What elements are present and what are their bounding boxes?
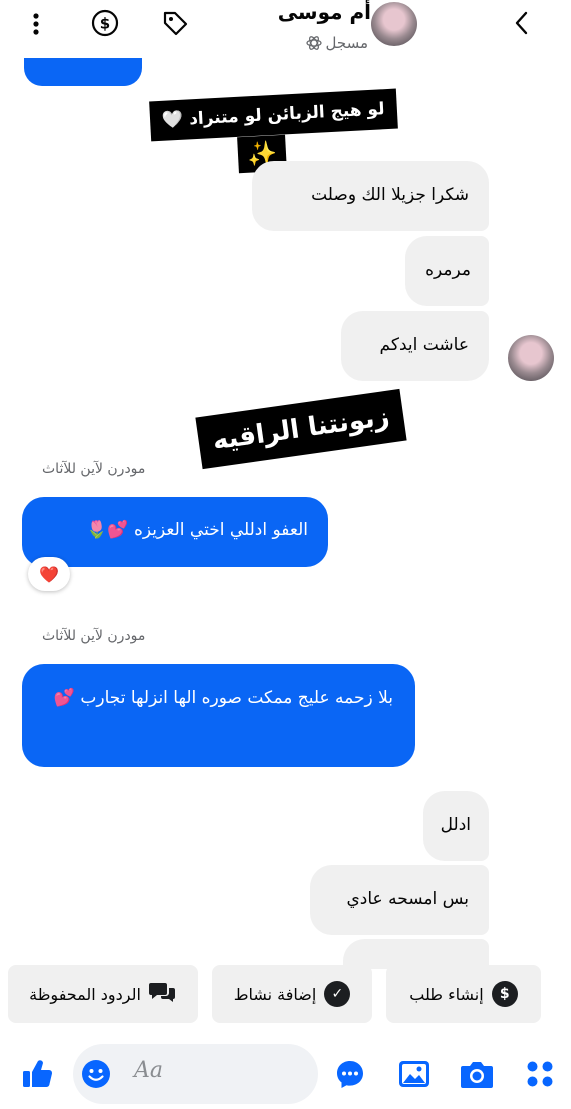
camera-icon[interactable] <box>458 1056 496 1092</box>
apps-grid-icon[interactable] <box>522 1056 558 1092</box>
chip-label: إنشاء طلب <box>409 984 484 1004</box>
message-placeholder: Aa <box>134 1058 164 1083</box>
contact-status-text: مسجل <box>325 34 368 52</box>
thumbs-up-icon[interactable] <box>18 1055 56 1093</box>
previous-message-bubble <box>24 58 142 86</box>
outgoing-message[interactable]: بلا زحمه عليج ممكت صوره الها انزلها تجار… <box>22 664 415 767</box>
chip-label: إضافة نشاط <box>233 984 317 1004</box>
incoming-message[interactable]: شكرا جزيلا الك وصلت <box>252 161 489 231</box>
sticker-text-top: لو هيج الزبائن لو متنراد 🤍 <box>149 88 398 142</box>
saved-replies-chip[interactable]: الردود المحفوظة <box>8 965 198 1023</box>
tag-icon[interactable] <box>160 8 190 38</box>
sender-avatar[interactable] <box>508 335 554 381</box>
dollar-icon: $ <box>491 981 518 1007</box>
photo-icon[interactable] <box>396 1056 432 1092</box>
saved-replies-icon <box>148 980 177 1008</box>
sender-label: مودرن لآين للآثاث <box>42 461 146 477</box>
atom-icon <box>305 36 322 50</box>
chat-header: $ أم موسى مسجل <box>0 0 571 60</box>
chat-bubble-icon[interactable] <box>332 1056 368 1092</box>
check-icon: ✓ <box>324 981 351 1007</box>
emoji-icon[interactable] <box>80 1058 112 1090</box>
add-activity-chip[interactable]: ✓ إضافة نشاط <box>212 965 372 1023</box>
incoming-message[interactable]: مرمره <box>405 236 489 306</box>
dollar-circle-icon[interactable]: $ <box>91 9 119 37</box>
incoming-message[interactable]: عاشت ايدكم <box>341 311 489 381</box>
svg-text:$: $ <box>100 15 110 33</box>
contact-avatar[interactable] <box>371 2 417 46</box>
outgoing-message[interactable]: العفو ادللي اختي العزيزه 💕🌷 <box>22 497 328 567</box>
back-chevron-icon[interactable] <box>508 9 536 37</box>
incoming-message[interactable]: بس امسحه عادي <box>310 865 489 935</box>
sender-label: مودرن لآين للآثاث <box>42 628 146 644</box>
contact-status: مسجل <box>305 34 368 52</box>
chip-label: الردود المحفوظة <box>29 984 141 1004</box>
sticker-text-middle: زبونتنا الراقيه <box>195 388 407 470</box>
more-vert-icon[interactable] <box>24 10 48 38</box>
heart-reaction[interactable]: ❤️ <box>28 557 70 591</box>
create-order-chip[interactable]: $ إنشاء طلب <box>386 965 541 1023</box>
incoming-message[interactable]: ادلل <box>423 791 489 861</box>
contact-name[interactable]: أم موسى <box>278 0 371 24</box>
